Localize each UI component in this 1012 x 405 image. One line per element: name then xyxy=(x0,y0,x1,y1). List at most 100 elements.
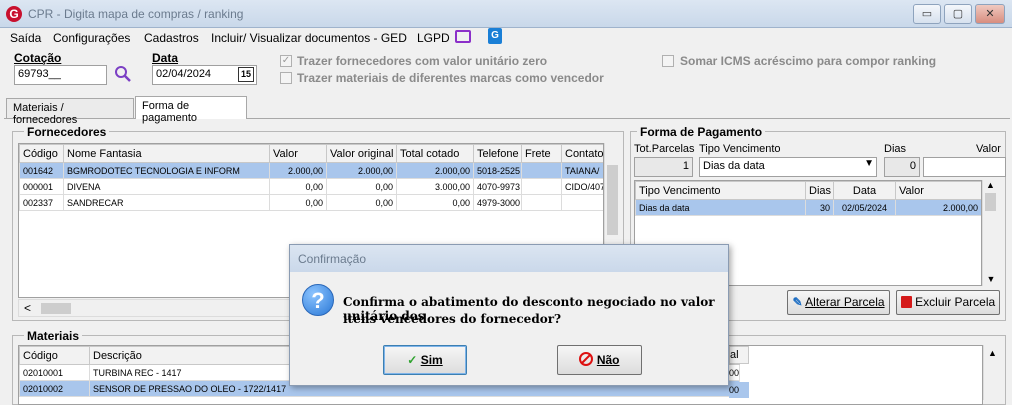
cell: 2.000,00 xyxy=(326,162,397,179)
menu-cadastros[interactable]: Cadastros xyxy=(144,31,199,45)
parcelas-vscroll[interactable]: ▲ ▼ xyxy=(982,180,998,286)
opt3-label: Somar ICMS acréscimo para compor ranking xyxy=(680,54,937,68)
col-codigo-material[interactable]: Código xyxy=(19,346,90,365)
col-tipo-vencimento[interactable]: Tipo Vencimento xyxy=(635,181,806,200)
cotacao-label: Cotação xyxy=(14,51,62,65)
pagamento-title: Forma de Pagamento xyxy=(637,125,766,139)
confirm-dialog: Confirmação ? Confirma o abatimento do d… xyxy=(289,244,729,386)
tab-materiais-fornecedores[interactable]: Materiais / fornecedores xyxy=(6,98,134,126)
col-contato[interactable]: Contato xyxy=(561,144,603,163)
scroll-up-icon[interactable]: ▲ xyxy=(983,180,998,190)
cell: 30 xyxy=(805,199,834,216)
cell xyxy=(521,178,562,195)
trash-icon xyxy=(900,296,912,308)
tipo-vencimento-label: Tipo Vencimento xyxy=(699,143,781,155)
search-icon[interactable] xyxy=(114,65,132,83)
col-telefone[interactable]: Telefone xyxy=(473,144,522,163)
scroll-left-icon[interactable]: < xyxy=(24,301,31,315)
opt3-checkbox[interactable] xyxy=(662,55,674,67)
window-title: CPR - Digita mapa de compras / ranking xyxy=(28,7,244,21)
cell: DIVENA xyxy=(63,178,270,195)
sim-label: Sim xyxy=(420,353,443,367)
ged-icon[interactable]: G xyxy=(488,28,502,44)
col-data[interactable]: Data xyxy=(833,181,896,200)
fornecedores-title: Fornecedores xyxy=(24,125,110,139)
cell: 02010001 xyxy=(19,364,90,381)
cell: 3.000,00 xyxy=(396,178,474,195)
menu-configuracoes[interactable]: Configurações xyxy=(53,31,130,45)
menu-saida[interactable]: Saída xyxy=(10,31,41,45)
materiais-vscroll[interactable]: ▲ xyxy=(983,345,1001,400)
tab-forma-pagamento[interactable]: Forma de pagamento xyxy=(135,96,247,124)
table-row[interactable]: 000001 DIVENA 0,00 0,00 3.000,00 4070-99… xyxy=(19,178,603,195)
materiais-title: Materiais xyxy=(24,329,83,343)
col-codigo[interactable]: Código xyxy=(19,144,64,163)
opt1-checkbox[interactable]: ✓ xyxy=(280,55,292,67)
close-button[interactable]: ✕ xyxy=(975,4,1005,24)
question-icon: ? xyxy=(302,284,334,316)
cell: Dias da data xyxy=(635,199,806,216)
cell xyxy=(561,194,603,211)
nao-label: Não xyxy=(596,353,620,367)
cell: 02010002 xyxy=(19,380,90,397)
maximize-button[interactable]: ▢ xyxy=(944,4,972,24)
valor-input[interactable] xyxy=(923,157,1006,177)
scroll-down-icon[interactable]: ▼ xyxy=(983,274,999,284)
cell: SANDRECAR xyxy=(63,194,270,211)
cell: 5018-2525 xyxy=(473,162,522,179)
cell: CIDO/407 xyxy=(561,178,603,195)
col-total-cotado[interactable]: Total cotado xyxy=(396,144,474,163)
cancel-icon xyxy=(579,352,594,366)
minimize-button[interactable]: ▭ xyxy=(913,4,941,24)
table-row[interactable]: 002337 SANDRECAR 0,00 0,00 0,00 4979-300… xyxy=(19,194,603,211)
cell: 0,00 xyxy=(396,194,474,211)
nao-button[interactable]: Não xyxy=(557,345,642,375)
dialog-message-line2: itens vencedores do fornecedor? xyxy=(343,312,562,326)
cell: 0,00 xyxy=(269,178,327,195)
monitor-icon[interactable] xyxy=(455,30,471,43)
excluir-parcela-label: Excluir Parcela xyxy=(915,295,996,309)
menu-lgpd[interactable]: LGPD xyxy=(417,31,450,45)
table-row[interactable]: Dias da data 30 02/05/2024 2.000,00 xyxy=(635,199,981,216)
cell: 2.000,00 xyxy=(895,199,981,216)
cell: 00 xyxy=(729,368,740,378)
cell xyxy=(521,194,562,211)
col-partial-header: al xyxy=(729,346,749,364)
cell: 4070-9973 xyxy=(473,178,522,195)
cell: 02/05/2024 xyxy=(833,199,896,216)
calendar-icon[interactable]: 15 xyxy=(238,67,254,82)
cell: 0,00 xyxy=(326,194,397,211)
dias-input: 0 xyxy=(884,157,920,177)
tot-parcelas-input: 1 xyxy=(634,157,693,177)
cell: 0,00 xyxy=(326,178,397,195)
sim-button[interactable]: ✓ Sim xyxy=(383,345,467,375)
col-dias[interactable]: Dias xyxy=(805,181,834,200)
scroll-up-icon[interactable]: ▲ xyxy=(984,345,1001,358)
cotacao-input[interactable]: 69793__ xyxy=(14,65,107,85)
alterar-parcela-label: Alterar Parcela xyxy=(805,295,885,309)
data-label: Data xyxy=(152,51,179,65)
tipo-vencimento-select[interactable]: Dias da data ▼ xyxy=(699,157,877,177)
col-valor[interactable]: Valor xyxy=(269,144,327,163)
check-icon: ✓ xyxy=(407,353,418,367)
cell: BGMRODOTEC TECNOLOGIA E INFORM xyxy=(63,162,270,179)
cell: 4979-3000 xyxy=(473,194,522,211)
app-logo-icon: G xyxy=(6,6,22,22)
opt2-checkbox[interactable] xyxy=(280,72,292,84)
cell: TAIANA/ xyxy=(561,162,603,179)
col-nome-fantasia[interactable]: Nome Fantasia xyxy=(63,144,270,163)
col-valor-parcela[interactable]: Valor xyxy=(895,181,981,200)
opt2-label: Trazer materiais de diferentes marcas co… xyxy=(297,71,604,85)
chevron-down-icon[interactable]: ▼ xyxy=(864,158,874,169)
menu-ged[interactable]: Incluir/ Visualizar documentos - GED xyxy=(211,31,407,45)
dialog-title: Confirmação xyxy=(290,245,728,272)
table-row[interactable]: 001642 BGMRODOTEC TECNOLOGIA E INFORM 2.… xyxy=(19,162,603,179)
col-valor-original[interactable]: Valor original xyxy=(326,144,397,163)
cell: 2.000,00 xyxy=(396,162,474,179)
cell: 000001 xyxy=(19,178,64,195)
tot-parcelas-label: Tot.Parcelas xyxy=(634,143,695,155)
opt1-label: Trazer fornecedores com valor unitário z… xyxy=(297,54,548,68)
col-frete[interactable]: Frete xyxy=(521,144,562,163)
excluir-parcela-button[interactable]: Excluir Parcela xyxy=(896,290,1000,315)
alterar-parcela-button[interactable]: ✎ Alterar Parcela xyxy=(787,290,890,315)
